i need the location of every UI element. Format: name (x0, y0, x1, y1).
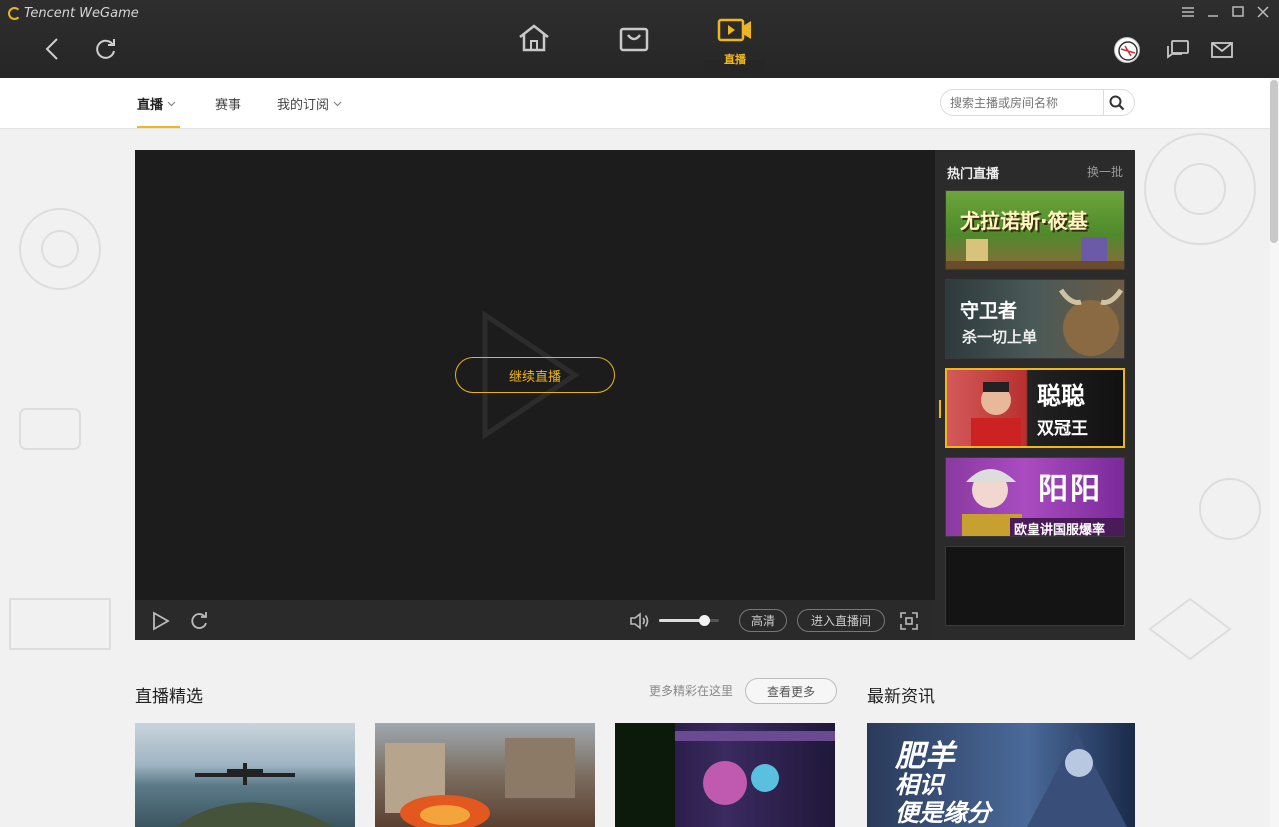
messages-button[interactable] (1209, 37, 1235, 63)
news-card-1[interactable]: 肥羊 相识 便是缘分 (867, 723, 1135, 827)
hot-live-panel: 热门直播 换一批 尤拉诺斯·筱基 守卫者 杀一切上单 聪聪 双冠王 阳阳 欧皇讲… (935, 150, 1135, 640)
refresh-icon (96, 39, 115, 59)
subnav-tab-live-label: 直播 (137, 98, 164, 113)
stream-thumbnail-art (971, 382, 1021, 446)
hot-live-refresh-link[interactable]: 换一批 (1087, 163, 1123, 180)
hot-live-item-1[interactable]: 尤拉诺斯·筱基 (945, 190, 1125, 270)
hot-live-item-3-subtitle: 双冠王 (1037, 419, 1088, 439)
hot-live-item-3[interactable]: 聪聪 双冠王 (945, 368, 1125, 448)
fullscreen-icon[interactable] (898, 610, 920, 632)
title-bar: Tencent WeGame 直播 (0, 0, 1279, 86)
hot-live-item-5[interactable] (945, 546, 1125, 626)
search-icon[interactable] (1109, 95, 1125, 111)
quality-button[interactable]: 高清 (739, 609, 787, 632)
subnav-tab-events-label: 赛事 (215, 98, 242, 113)
back-button[interactable] (40, 36, 66, 62)
enter-room-button[interactable]: 进入直播间 (797, 609, 885, 632)
hot-live-item-2[interactable]: 守卫者 杀一切上单 (945, 279, 1125, 359)
hot-live-item-3-title: 聪聪 (1037, 382, 1085, 410)
mail-icon (1211, 42, 1233, 58)
hot-live-title: 热门直播 (947, 167, 1000, 182)
stream-thumbnail-art (385, 738, 575, 827)
active-tab-underline (137, 126, 180, 128)
sub-navigation: 直播 赛事 我的订阅 (0, 78, 1270, 129)
volume-slider-fill (659, 619, 704, 622)
avatar-image (1118, 41, 1138, 61)
news-section-title: 最新资讯 (867, 687, 935, 707)
tab-home[interactable] (514, 18, 554, 58)
video-player[interactable]: 继续直播 高清 进入直播间 (135, 150, 935, 640)
featured-card-3[interactable] (615, 723, 835, 827)
tab-live-label: 直播 (724, 53, 746, 66)
play-icon[interactable] (149, 610, 171, 632)
news-card-text-3: 便是缘分 (895, 799, 991, 827)
store-bag-icon (619, 27, 649, 52)
wegame-logo-icon (8, 6, 21, 20)
live-video-icon (717, 18, 751, 42)
volume-slider-handle[interactable] (699, 615, 710, 626)
home-icon (519, 24, 549, 52)
close-icon[interactable] (1253, 4, 1273, 20)
reload-icon[interactable] (188, 610, 210, 632)
search-box (940, 89, 1135, 116)
stream-thumbnail-art (175, 763, 335, 827)
hot-live-item-4[interactable]: 阳阳 欧皇讲国服爆率 (945, 457, 1125, 537)
tab-store[interactable] (614, 18, 654, 58)
user-avatar[interactable] (1114, 37, 1140, 63)
chevron-down-icon (333, 101, 342, 106)
player-controls: 高清 进入直播间 (135, 600, 935, 640)
selected-stream-marker (939, 400, 941, 418)
chevron-left-icon (45, 38, 58, 60)
wegame-logo: Tencent WeGame (8, 4, 139, 22)
chevron-down-icon (167, 101, 176, 106)
minimize-icon[interactable] (1203, 4, 1223, 20)
volume-icon[interactable] (628, 610, 650, 632)
subnav-tab-live[interactable]: 直播 (137, 94, 176, 113)
chat-bubbles-icon (1167, 40, 1189, 59)
chat-button[interactable] (1165, 37, 1191, 63)
wegame-logo-text: Tencent WeGame (24, 5, 139, 21)
stream-thumbnail-art (1058, 288, 1124, 356)
hot-live-item-1-title: 尤拉诺斯·筱基 (960, 209, 1088, 233)
news-thumbnail-art (1027, 733, 1127, 827)
featured-card-2[interactable] (375, 723, 595, 827)
stream-thumbnail-art (615, 723, 835, 827)
maximize-icon[interactable] (1228, 4, 1248, 20)
featured-section-title: 直播精选 (135, 687, 203, 707)
subnav-tab-subscriptions-label: 我的订阅 (277, 98, 330, 113)
scrollbar-thumb[interactable] (1270, 80, 1278, 243)
volume-slider[interactable] (659, 615, 719, 626)
hot-live-item-2-title: 守卫者 (960, 300, 1018, 322)
featured-more-text: 更多精彩在这里 (649, 684, 734, 698)
hot-live-item-4-subtitle: 欧皇讲国服爆率 (1014, 523, 1106, 537)
menu-icon[interactable] (1178, 4, 1198, 20)
search-input[interactable] (950, 94, 1100, 112)
hot-live-item-2-subtitle: 杀一切上单 (962, 328, 1038, 346)
tab-live[interactable]: 直播 (704, 0, 766, 86)
hot-live-item-4-title: 阳阳 (1038, 472, 1102, 507)
continue-live-button[interactable]: 继续直播 (455, 357, 615, 393)
view-more-button[interactable]: 查看更多 (745, 678, 837, 704)
search-divider (1103, 90, 1104, 115)
subnav-tab-events[interactable]: 赛事 (215, 94, 241, 113)
refresh-button[interactable] (93, 36, 119, 62)
featured-card-1[interactable] (135, 723, 355, 827)
stream-thumbnail-art (946, 237, 1124, 269)
subnav-tab-subscriptions[interactable]: 我的订阅 (277, 94, 342, 113)
